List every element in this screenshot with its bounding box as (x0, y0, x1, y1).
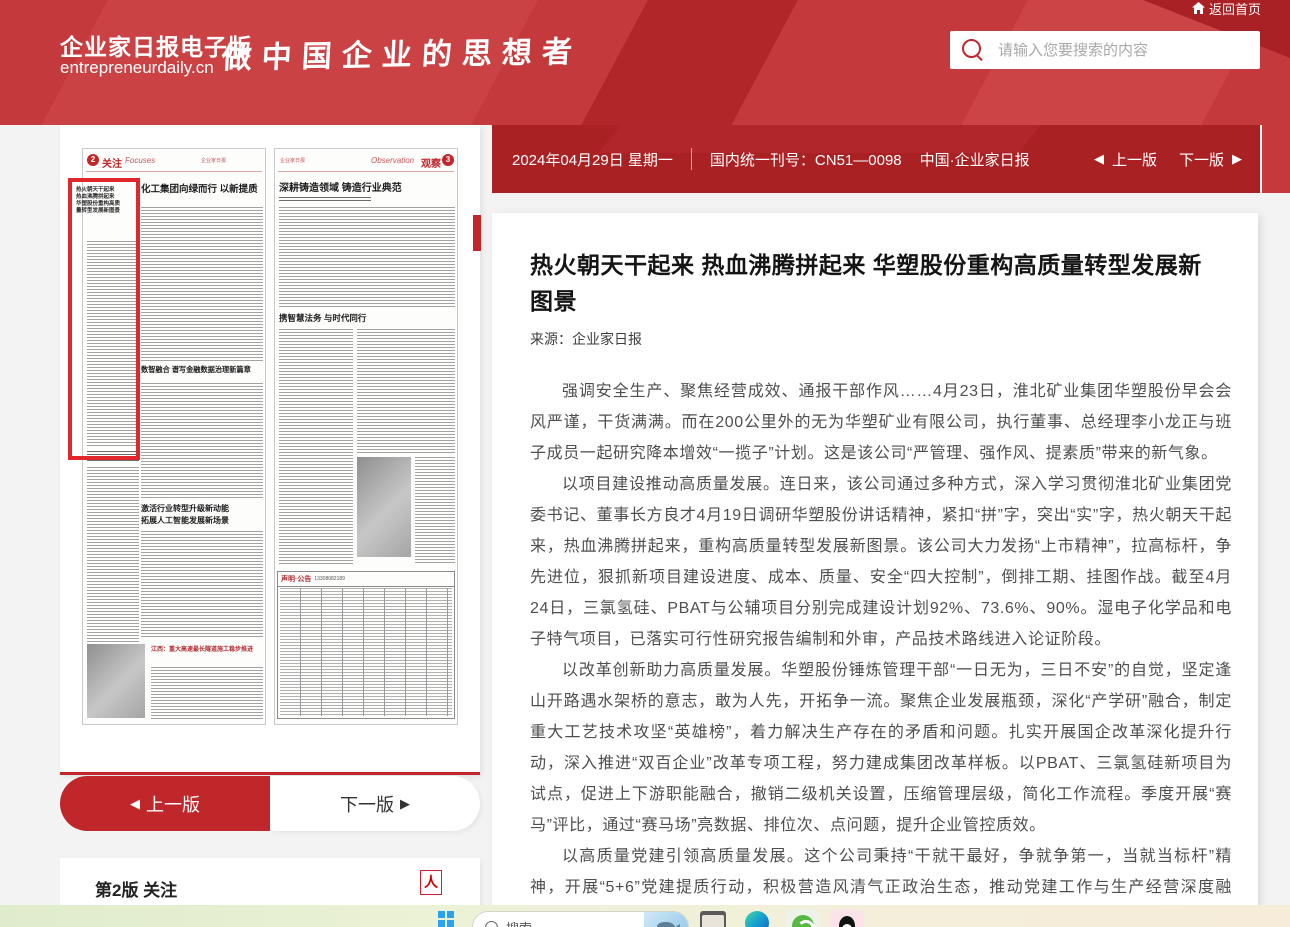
search-highlight-image (644, 912, 688, 927)
mini-headline: 激活行业转型升级新动能 (141, 503, 229, 514)
mini-headline: 携智慧法务 与时代同行 (279, 312, 366, 324)
divider (691, 148, 692, 170)
article-highlight-box[interactable] (68, 178, 140, 460)
mini-photo (357, 457, 411, 557)
thumbnail-text-block (141, 207, 263, 362)
mini-headline: 拓展人工智能发展新场景 (141, 515, 229, 526)
prev-page-label: 上一版 (146, 791, 200, 817)
article-source: 来源：企业家日报 (530, 329, 642, 349)
page-list-label: 第2版 关注 (95, 876, 177, 901)
mini-headline: 数智融合 谱写金融数据治理新篇章 (141, 365, 251, 375)
thumbnail-text-block (279, 207, 455, 307)
section-title: 关注 (102, 155, 122, 170)
notice-label: 声明·公告 (281, 574, 311, 584)
mini-headline-red: 江西：重大高速最长隧道施工稳步推进 (151, 646, 263, 654)
site-domain: entrepreneurdaily.cn (60, 58, 214, 78)
file-explorer-icon[interactable] (700, 911, 726, 927)
masthead: 企业家日报 (201, 157, 226, 164)
notice-section: 声明·公告 13308082189 (277, 571, 455, 719)
qq-icon[interactable] (830, 909, 864, 927)
section-title: 观察 (421, 155, 441, 170)
article-title: 热火朝天干起来 热血沸腾拼起来 华塑股份重构高质量转型发展新图景 (530, 247, 1222, 319)
section-title-en: Focuses (125, 156, 155, 165)
issue-info-bar: 2024年04月29日 星期一 国内统一刊号：CN51—0098 中国·企业家日… (492, 125, 1260, 193)
thumbnail-text-block (415, 457, 455, 563)
thumbnail-text-block (141, 531, 263, 639)
pdf-icon[interactable]: 人 (420, 870, 442, 895)
thumbnail-scrollbar[interactable] (473, 215, 481, 251)
section-title-en: Observation (371, 156, 414, 165)
highlight-article-title: 热火朝天干起来 热血沸腾拼起来 华塑股份重构高质 量转型发展新图景 (76, 187, 132, 215)
article-paragraph: 以改革创新助力高质量发展。华塑股份锤炼管理干部“一日无为，三日不安”的自觉，坚定… (530, 655, 1232, 841)
home-link[interactable]: 返回首页 (1192, 0, 1261, 16)
mini-subtitle-line (279, 197, 371, 201)
page: 企业家日报电子版 entrepreneurdaily.cn 做中国企业的思想者 … (0, 0, 1290, 927)
thumbnail-text-block (357, 329, 455, 453)
notice-ads-grid (280, 588, 452, 716)
mini-page-right: 企业家日报 Observation 观察 3 深耕铸造领域 铸造行业典范 携智慧… (274, 148, 458, 725)
mini-headline: 深耕铸造领域 铸造行业典范 (279, 179, 402, 194)
start-button[interactable] (438, 911, 454, 927)
page-thumbnail-card: 2 关注 Focuses 企业家日报 化工集团向绿而行 以新提质 数智融合 谱写… (60, 125, 480, 775)
home-label: 返回首页 (1209, 0, 1261, 18)
next-arrow-icon: ▶ (400, 796, 410, 812)
mini-photo (87, 644, 145, 718)
masthead: 企业家日报 (280, 157, 305, 164)
infobar-prev-link[interactable]: 上一版 (1112, 149, 1157, 170)
paper-brand: 中国·企业家日报 (920, 149, 1030, 170)
360-browser-icon[interactable] (786, 909, 820, 927)
prev-page-button[interactable]: ◀ 上一版 (60, 776, 270, 831)
header-right-patch (1262, 125, 1290, 193)
taskbar-search-icon (485, 921, 498, 927)
next-page-button[interactable]: 下一版 ▶ (270, 776, 480, 831)
page-number-badge: 2 (87, 154, 99, 166)
thumbnail-text-block (141, 383, 263, 498)
article-paragraph: 强调安全生产、聚焦经营成效、通报干部作风……4月23日，淮北矿业集团华塑股份早会… (530, 376, 1232, 469)
issue-date: 2024年04月29日 星期一 (512, 149, 673, 170)
home-icon (1192, 2, 1205, 14)
divider (278, 171, 454, 172)
divider (86, 171, 262, 172)
windows-taskbar: 搜索 (0, 905, 1290, 927)
taskbar-search-label: 搜索 (506, 918, 644, 927)
mini-headline: 化工集团向绿而行 以新提质 (141, 181, 258, 195)
thumbnail-text-block (279, 329, 353, 564)
edge-browser-icon[interactable] (745, 911, 769, 927)
next-page-label: 下一版 (340, 791, 394, 817)
thumbnail-text-block (151, 667, 263, 719)
search-icon (962, 39, 984, 61)
search-input[interactable] (996, 41, 1260, 60)
search-box[interactable] (950, 31, 1260, 69)
page-number-badge: 3 (442, 154, 454, 166)
article-paragraph: 以项目建设推动高质量发展。连日来，该公司通过多种方式，深入学习贯彻淮北矿业集团党… (530, 469, 1232, 655)
prev-arrow-icon: ◀ (130, 796, 140, 812)
prev-arrow-icon: ◀ (1094, 151, 1104, 167)
article-panel: 热火朝天干起来 热血沸腾拼起来 华塑股份重构高质量转型发展新图景 来源：企业家日… (492, 213, 1258, 927)
page-nav: ◀ 上一版 下一版 ▶ (60, 776, 480, 831)
issue-number: 国内统一刊号：CN51—0098 (710, 149, 902, 170)
infobar-next-link[interactable]: 下一版 (1179, 149, 1224, 170)
notice-phone: 13308082189 (314, 576, 345, 582)
site-header: 企业家日报电子版 entrepreneurdaily.cn 做中国企业的思想者 … (0, 0, 1290, 125)
next-arrow-icon: ▶ (1232, 151, 1242, 167)
taskbar-search-box[interactable]: 搜索 (472, 911, 689, 927)
article-body: 强调安全生产、聚焦经营成效、通报干部作风……4月23日，淮北矿业集团华塑股份早会… (530, 376, 1232, 927)
site-slogan: 做中国企业的思想者 (221, 27, 584, 77)
